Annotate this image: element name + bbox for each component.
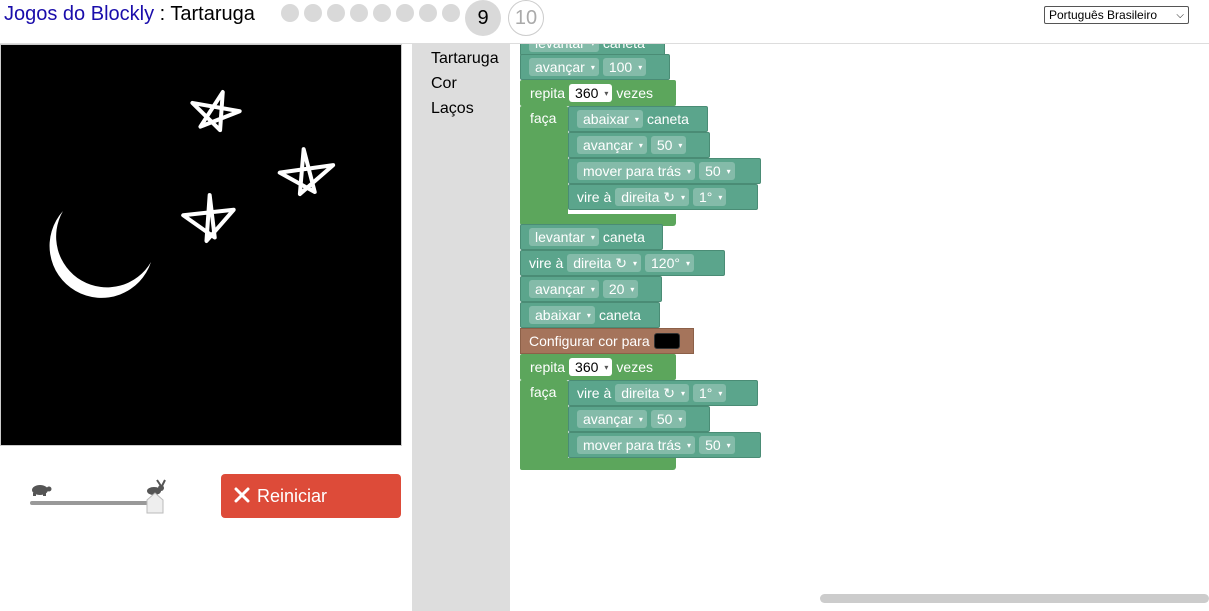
repeat-do-label: faça bbox=[530, 110, 557, 126]
turtle-drawing bbox=[49, 90, 336, 298]
level-dot[interactable] bbox=[419, 4, 437, 22]
repeat-loop-footer bbox=[520, 458, 676, 470]
toolbox-category-loops[interactable]: Laços bbox=[431, 100, 474, 118]
repeat-do-label: faça bbox=[530, 384, 557, 400]
toolbox-category-colour[interactable]: Cor bbox=[431, 75, 457, 93]
reset-button[interactable]: Reiniciar bbox=[221, 474, 401, 518]
toolbox-category-turtle[interactable]: Tartaruga bbox=[431, 50, 499, 68]
pen-action-dropdown[interactable]: levantar▾ bbox=[529, 44, 599, 52]
speed-slider-handle[interactable] bbox=[146, 492, 164, 514]
block-toolbox: Tartaruga Cor Laços bbox=[412, 44, 510, 611]
level-dot[interactable] bbox=[281, 4, 299, 22]
header-bar: Jogos do Blockly : Tartaruga 9 10 Portug… bbox=[0, 0, 1209, 44]
level-dot[interactable] bbox=[304, 4, 322, 22]
pen-down-block[interactable]: abaixar ▾ caneta bbox=[568, 106, 708, 132]
star-drawing bbox=[277, 147, 336, 197]
move-forward-block[interactable]: avançar ▾ 100 ▾ bbox=[520, 54, 670, 80]
level-dot[interactable] bbox=[327, 4, 345, 22]
language-select[interactable]: Português Brasileiro ⌵ bbox=[1044, 6, 1189, 24]
turn-direction-dropdown[interactable]: direita ↻ ▾ bbox=[615, 384, 690, 402]
repeat-loop-header: repita 360 ▾ vezes bbox=[530, 358, 653, 376]
speed-slider-track[interactable] bbox=[30, 501, 154, 505]
pen-action-dropdown[interactable]: levantar▾ bbox=[529, 228, 599, 246]
move-forward-block[interactable]: avançar ▾ 20 ▾ bbox=[520, 276, 662, 302]
repeat-count-field[interactable]: 360 ▾ bbox=[569, 358, 613, 376]
move-direction-dropdown[interactable]: avançar ▾ bbox=[577, 410, 647, 428]
colour-picker-swatch[interactable] bbox=[653, 333, 680, 349]
move-direction-dropdown[interactable]: avançar ▾ bbox=[529, 280, 599, 298]
set-colour-block[interactable]: Configurar cor para bbox=[520, 328, 694, 354]
move-direction-dropdown[interactable]: mover para trás ▾ bbox=[577, 436, 696, 454]
distance-value[interactable]: 50 ▾ bbox=[699, 162, 735, 180]
repeat-count-field[interactable]: 360 ▾ bbox=[569, 84, 613, 102]
move-backward-block[interactable]: mover para trás ▾ 50 ▾ bbox=[568, 432, 761, 458]
title-separator: : bbox=[154, 3, 171, 25]
turn-direction-dropdown[interactable]: direita ↻ ▾ bbox=[615, 188, 690, 206]
turn-direction-dropdown[interactable]: direita ↻ ▾ bbox=[567, 254, 642, 272]
crescent-moon-drawing bbox=[49, 211, 151, 298]
turtle-display-canvas bbox=[0, 44, 402, 446]
close-icon bbox=[234, 487, 250, 503]
block-label: vire à bbox=[577, 385, 612, 401]
block-label: vire à bbox=[529, 255, 564, 271]
angle-value[interactable]: 1° ▾ bbox=[693, 384, 727, 402]
move-direction-dropdown[interactable]: avançar ▾ bbox=[577, 136, 647, 154]
block-label: caneta bbox=[598, 307, 641, 323]
move-direction-dropdown[interactable]: mover para trás ▾ bbox=[577, 162, 696, 180]
turn-right-block[interactable]: vire à direita ↻ ▾ 120° ▾ bbox=[520, 250, 725, 276]
chevron-down-icon: ⌵ bbox=[1176, 10, 1184, 21]
angle-value[interactable]: 120° ▾ bbox=[645, 254, 694, 272]
blocks-workspace[interactable]: levantar▾caneta avançar▾100▾ repita360▾v… bbox=[510, 44, 1209, 611]
next-level-link[interactable]: 10 bbox=[508, 0, 544, 36]
distance-value[interactable]: 50 ▾ bbox=[650, 410, 687, 428]
game-name: Tartaruga bbox=[170, 3, 255, 25]
app-name-link[interactable]: Jogos do Blockly bbox=[4, 3, 154, 25]
pen-down-block[interactable]: abaixar ▾ caneta bbox=[520, 302, 660, 328]
move-forward-block[interactable]: avançar ▾ 50 ▾ bbox=[568, 132, 710, 158]
move-direction-dropdown[interactable]: avançar ▾ bbox=[529, 58, 599, 76]
reset-button-label: Reiniciar bbox=[257, 486, 328, 506]
pen-up-block[interactable]: levantar▾caneta bbox=[520, 224, 663, 250]
level-dot[interactable] bbox=[442, 4, 460, 22]
pen-action-dropdown[interactable]: abaixar ▾ bbox=[529, 306, 595, 324]
language-select-value: Português Brasileiro bbox=[1049, 8, 1158, 22]
move-backward-block[interactable]: mover para trás ▾ 50 ▾ bbox=[568, 158, 761, 184]
block-label: caneta bbox=[646, 111, 689, 127]
distance-value[interactable]: 20 ▾ bbox=[602, 280, 639, 298]
star-drawing bbox=[181, 193, 236, 243]
block-label: caneta bbox=[602, 229, 645, 245]
block-label: vire à bbox=[577, 189, 612, 205]
level-dot[interactable] bbox=[373, 4, 391, 22]
distance-value[interactable]: 50 ▾ bbox=[650, 136, 687, 154]
level-dot[interactable] bbox=[350, 4, 368, 22]
block-label: Configurar cor para bbox=[529, 333, 650, 349]
angle-value[interactable]: 1° ▾ bbox=[693, 188, 727, 206]
pen-action-dropdown[interactable]: abaixar ▾ bbox=[577, 110, 643, 128]
repeat-loop-header: repita 360 ▾ vezes bbox=[530, 84, 653, 102]
star-drawing bbox=[190, 90, 242, 133]
move-forward-block[interactable]: avançar ▾ 50 ▾ bbox=[568, 406, 710, 432]
level-dot[interactable] bbox=[396, 4, 414, 22]
distance-value[interactable]: 100 ▾ bbox=[602, 58, 647, 76]
workspace-horizontal-scrollbar[interactable] bbox=[820, 594, 1209, 603]
slow-turtle-icon bbox=[30, 482, 52, 501]
distance-value[interactable]: 50 ▾ bbox=[699, 436, 735, 454]
turn-right-block[interactable]: vire à direita ↻ ▾ 1° ▾ bbox=[568, 380, 758, 406]
page-title: Jogos do Blockly : Tartaruga bbox=[4, 3, 255, 26]
current-level-badge: 9 bbox=[465, 0, 501, 36]
turn-right-block[interactable]: vire à direita ↻ ▾ 1° ▾ bbox=[568, 184, 758, 210]
